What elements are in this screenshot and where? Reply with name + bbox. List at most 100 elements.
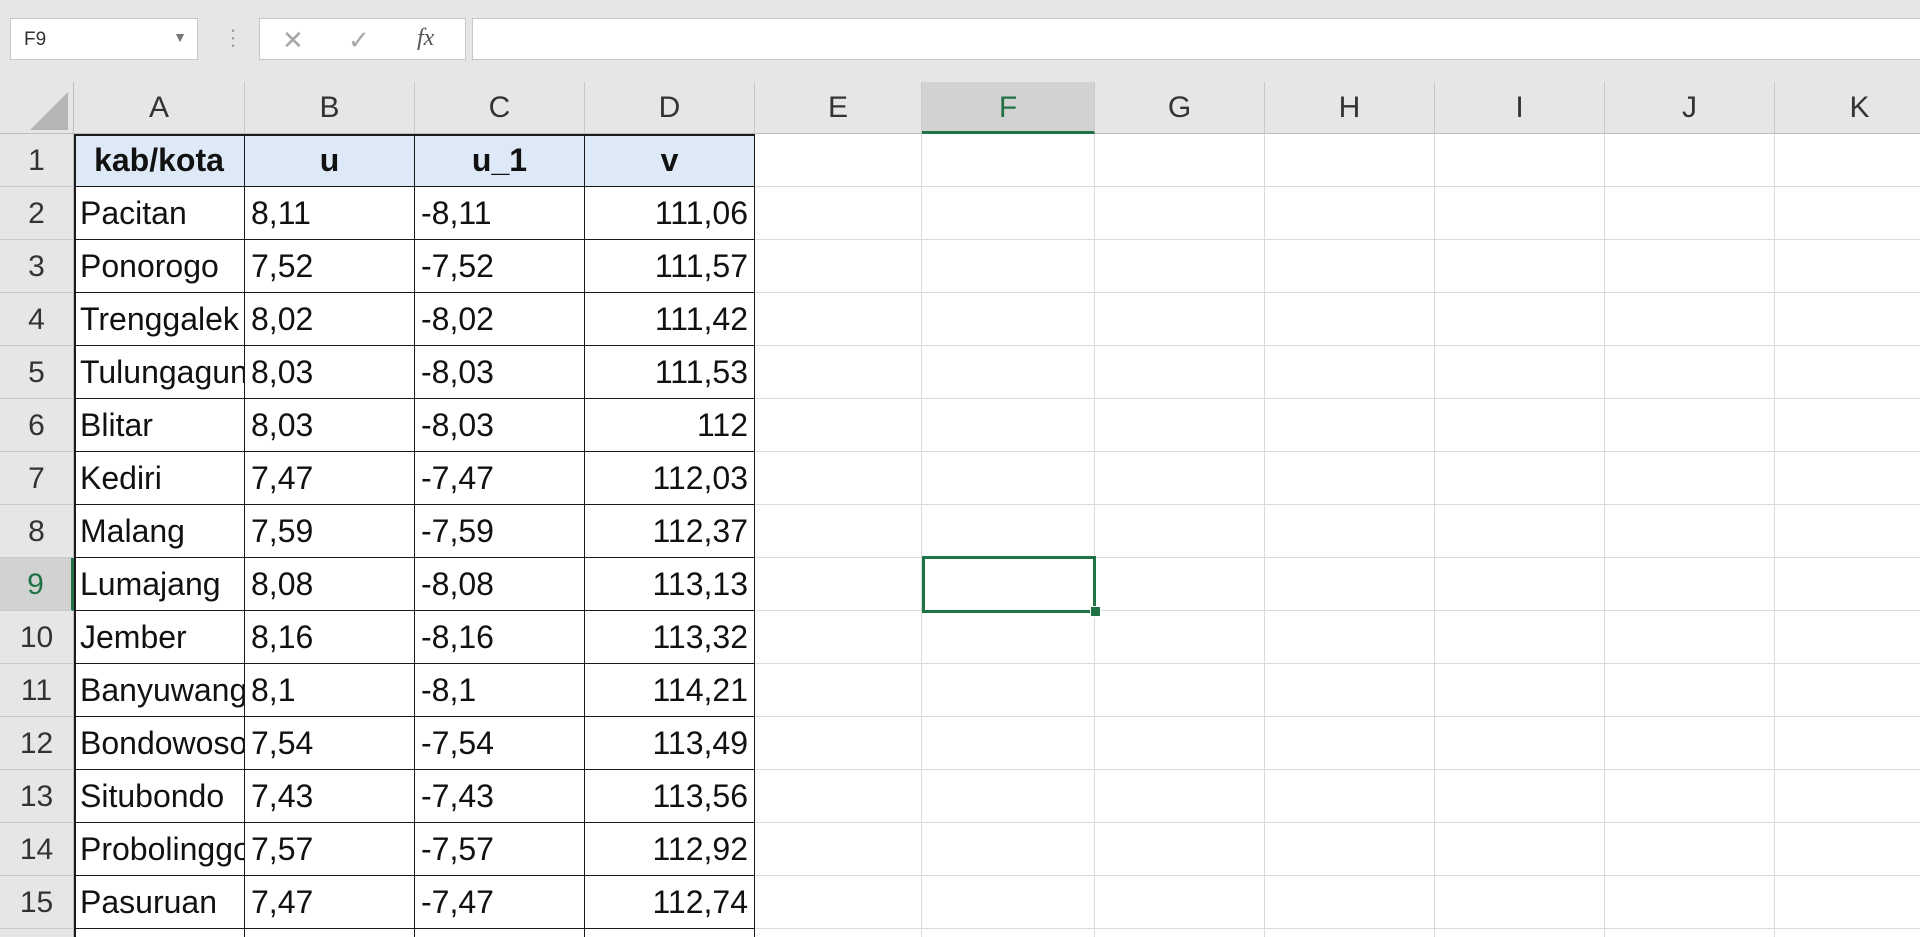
table-cell[interactable]: -8,1 [415, 664, 585, 717]
table-cell[interactable]: -7,54 [415, 717, 585, 770]
table-cell[interactable]: -7,43 [415, 770, 585, 823]
table-cell[interactable]: Trenggalek [74, 293, 245, 346]
table-cell[interactable]: 112,03 [585, 452, 755, 505]
table-header-cell[interactable]: kab/kota [74, 134, 245, 187]
cell-e3[interactable] [755, 240, 922, 293]
cell-e7[interactable] [755, 452, 922, 505]
table-cell[interactable]: Blitar [74, 399, 245, 452]
cell-j8[interactable] [1605, 505, 1775, 558]
cell-f10[interactable] [922, 611, 1095, 664]
row-header-13[interactable]: 13 [0, 770, 74, 823]
cancel-icon[interactable]: ✕ [282, 25, 304, 56]
cell-e8[interactable] [755, 505, 922, 558]
cell-g6[interactable] [1095, 399, 1265, 452]
cell-g1[interactable] [1095, 134, 1265, 187]
cell-j15[interactable] [1605, 876, 1775, 929]
resize-handle-icon[interactable]: ⋮ [222, 23, 244, 53]
cell-f3[interactable] [922, 240, 1095, 293]
table-cell[interactable]: 8,16 [245, 611, 415, 664]
cell-k12[interactable] [1775, 717, 1920, 770]
row-header-1[interactable]: 1 [0, 134, 74, 187]
cell-h2[interactable] [1265, 187, 1435, 240]
cell-h7[interactable] [1265, 452, 1435, 505]
cell-f8[interactable] [922, 505, 1095, 558]
cell-i13[interactable] [1435, 770, 1605, 823]
cell-e9[interactable] [755, 558, 922, 611]
table-cell[interactable]: 8,03 [245, 346, 415, 399]
row-header-5[interactable]: 5 [0, 346, 74, 399]
table-cell[interactable]: 113,32 [585, 611, 755, 664]
cell-j14[interactable] [1605, 823, 1775, 876]
select-all-button[interactable] [0, 82, 74, 134]
cell-i3[interactable] [1435, 240, 1605, 293]
cell-f16[interactable] [922, 929, 1095, 937]
cell-e1[interactable] [755, 134, 922, 187]
cell-i15[interactable] [1435, 876, 1605, 929]
cell-h15[interactable] [1265, 876, 1435, 929]
cell-f14[interactable] [922, 823, 1095, 876]
table-cell[interactable]: Lumajang [74, 558, 245, 611]
cell-i4[interactable] [1435, 293, 1605, 346]
table-cell[interactable]: 113,49 [585, 717, 755, 770]
table-cell[interactable]: -7,47 [415, 876, 585, 929]
cell-e11[interactable] [755, 664, 922, 717]
column-header-i[interactable]: I [1435, 82, 1605, 134]
cell-i9[interactable] [1435, 558, 1605, 611]
cell-f11[interactable] [922, 664, 1095, 717]
cell-g12[interactable] [1095, 717, 1265, 770]
cell-h10[interactable] [1265, 611, 1435, 664]
cell-j12[interactable] [1605, 717, 1775, 770]
cell-h13[interactable] [1265, 770, 1435, 823]
name-box[interactable]: F9 ▼ [10, 18, 198, 60]
cell-i1[interactable] [1435, 134, 1605, 187]
table-cell[interactable]: Malang [74, 505, 245, 558]
cell-j3[interactable] [1605, 240, 1775, 293]
row-header-10[interactable]: 10 [0, 611, 74, 664]
cell-k10[interactable] [1775, 611, 1920, 664]
cell-h4[interactable] [1265, 293, 1435, 346]
row-header-8[interactable]: 8 [0, 505, 74, 558]
table-cell[interactable]: -7,52 [415, 240, 585, 293]
table-cell[interactable]: 8,02 [245, 293, 415, 346]
cell-j6[interactable] [1605, 399, 1775, 452]
table-cell[interactable]: 112,37 [585, 505, 755, 558]
table-cell[interactable]: -8,08 [415, 558, 585, 611]
cell-i11[interactable] [1435, 664, 1605, 717]
table-cell[interactable]: 7,47 [245, 452, 415, 505]
cell-f4[interactable] [922, 293, 1095, 346]
cell-g4[interactable] [1095, 293, 1265, 346]
row-header-11[interactable]: 11 [0, 664, 74, 717]
cell-g16[interactable] [1095, 929, 1265, 937]
table-cell[interactable]: 7,54 [245, 717, 415, 770]
column-header-e[interactable]: E [755, 82, 922, 134]
table-cell[interactable]: Tulungagung [74, 346, 245, 399]
table-cell[interactable]: 112,92 [585, 823, 755, 876]
cell-g7[interactable] [1095, 452, 1265, 505]
table-cell[interactable]: 8,08 [245, 558, 415, 611]
cell-e10[interactable] [755, 611, 922, 664]
table-cell[interactable]: -8,02 [415, 293, 585, 346]
table-cell[interactable]: Pasuruan [74, 876, 245, 929]
cell-f6[interactable] [922, 399, 1095, 452]
cell-e12[interactable] [755, 717, 922, 770]
cell-e2[interactable] [755, 187, 922, 240]
worksheet-grid[interactable]: ABCDEFGHIJK 1 2 3 4 5 6 7 8 9 10 11 12 13 14 15 kab/ko… [0, 82, 1920, 937]
table-cell[interactable]: Pacitan [74, 187, 245, 240]
cell-k8[interactable] [1775, 505, 1920, 558]
cell-k4[interactable] [1775, 293, 1920, 346]
active-cell-selection[interactable] [922, 556, 1096, 613]
cell-g8[interactable] [1095, 505, 1265, 558]
cell-k1[interactable] [1775, 134, 1920, 187]
row-header-6[interactable]: 6 [0, 399, 74, 452]
table-cell[interactable]: -8,16 [415, 611, 585, 664]
table-cell[interactable] [585, 929, 755, 937]
table-cell[interactable] [74, 929, 245, 937]
cell-i16[interactable] [1435, 929, 1605, 937]
table-cell[interactable]: Banyuwangi [74, 664, 245, 717]
table-header-cell[interactable]: u_1 [415, 134, 585, 187]
cell-k2[interactable] [1775, 187, 1920, 240]
cell-k7[interactable] [1775, 452, 1920, 505]
table-cell[interactable]: -8,11 [415, 187, 585, 240]
fill-handle[interactable] [1090, 606, 1101, 617]
table-cell[interactable]: Kediri [74, 452, 245, 505]
